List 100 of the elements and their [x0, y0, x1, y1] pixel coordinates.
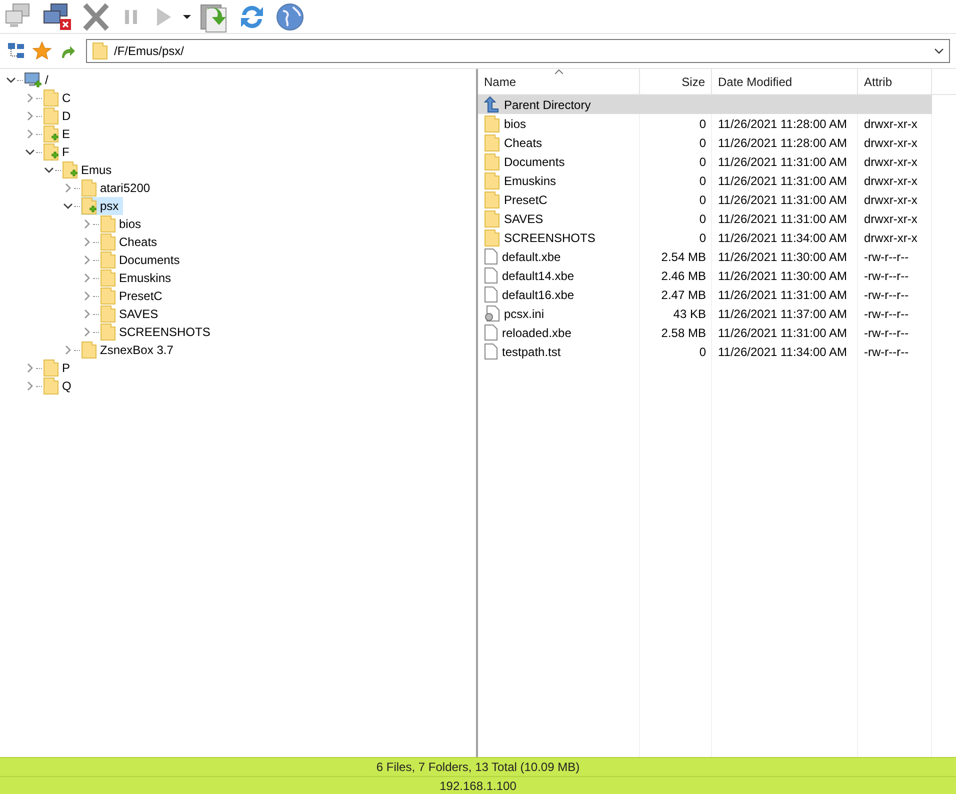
- file-row[interactable]: reloaded.xbe 2.58 MB 11/26/2021 11:31:00 AM -rw-r--r--: [478, 323, 932, 342]
- file-row[interactable]: pcsx.ini 43 KB 11/26/2021 11:37:00 AM -rw-r--r--: [478, 304, 932, 323]
- file-size: 2.54 MB: [661, 248, 706, 266]
- tree-item[interactable]: PresetC: [100, 287, 166, 305]
- file-name: default.xbe: [502, 248, 561, 266]
- file-row[interactable]: Emuskins 0 11/26/2021 11:31:00 AM drwxr-xr-x: [478, 171, 932, 190]
- date-modified: 11/26/2021 11:34:00 AM: [718, 230, 847, 244]
- file-name: reloaded.xbe: [502, 324, 572, 342]
- file-row[interactable]: Documents 0 11/26/2021 11:31:00 AM drwxr-xr-x: [478, 152, 932, 171]
- tree-item[interactable]: C: [43, 89, 75, 107]
- sort-caret-icon: [554, 69, 562, 74]
- tree-item[interactable]: E: [43, 125, 74, 143]
- file-attributes: drwxr-xr-x: [864, 136, 918, 150]
- date-modified: 11/26/2021 11:31:00 AM: [718, 174, 847, 188]
- file-attributes: drwxr-xr-x: [864, 116, 918, 130]
- tree-item[interactable]: Cheats: [100, 233, 162, 251]
- chevron-right-icon[interactable]: [82, 291, 92, 301]
- status-summary: 6 Files, 7 Folders, 13 Total (10.09 MB): [376, 759, 580, 776]
- file-row[interactable]: PresetC 0 11/26/2021 11:31:00 AM drwxr-xr-x: [478, 190, 932, 209]
- chevron-right-icon[interactable]: [82, 255, 92, 265]
- chevron-down-icon[interactable]: [6, 75, 16, 85]
- file-row[interactable]: default.xbe 2.54 MB 11/26/2021 11:30:00 AM -rw-r--r--: [478, 247, 932, 266]
- chevron-right-icon[interactable]: [63, 345, 73, 355]
- tree-item[interactable]: P: [43, 359, 74, 377]
- date-modified: 11/26/2021 11:28:00 AM: [718, 116, 847, 130]
- file-name: testpath.tst: [502, 344, 561, 360]
- date-modified: 11/26/2021 11:30:00 AM: [718, 268, 847, 282]
- file-name: PresetC: [504, 192, 548, 208]
- file-attributes: drwxr-xr-x: [864, 174, 918, 188]
- date-modified: 11/26/2021 11:31:00 AM: [718, 326, 847, 340]
- file-attributes: -rw-r--r--: [864, 326, 909, 340]
- chevron-right-icon[interactable]: [82, 309, 92, 319]
- file-attributes: -rw-r--r--: [864, 344, 909, 358]
- chevron-right-icon[interactable]: [82, 273, 92, 283]
- file-attributes: drwxr-xr-x: [864, 212, 918, 226]
- file-name: Emuskins: [504, 172, 556, 190]
- settings-file-icon: [484, 305, 500, 322]
- chevron-right-icon[interactable]: [82, 219, 92, 229]
- date-modified: 11/26/2021 11:30:00 AM: [718, 250, 847, 264]
- tree-view-icon[interactable]: [6, 41, 26, 61]
- chevron-down-icon[interactable]: [44, 165, 54, 175]
- folder-icon: [92, 42, 108, 60]
- chevron-right-icon[interactable]: [82, 237, 92, 247]
- file-attributes: -rw-r--r--: [864, 268, 909, 282]
- chevron-right-icon[interactable]: [25, 111, 35, 121]
- file-row[interactable]: SCREENSHOTS 0 11/26/2021 11:34:00 AM drwxr-xr-x: [478, 228, 932, 247]
- column-header[interactable]: Date Modified: [712, 69, 858, 94]
- file-row[interactable]: Parent Directory: [478, 95, 932, 114]
- tree-item[interactable]: SCREENSHOTS: [100, 323, 214, 341]
- date-modified: 11/26/2021 11:31:00 AM: [718, 212, 847, 226]
- close-icon[interactable]: [80, 0, 112, 32]
- file-name: Parent Directory: [504, 96, 591, 114]
- tree-item[interactable]: SAVES: [100, 305, 162, 323]
- address-field[interactable]: /F/Emus/psx/: [86, 39, 950, 63]
- file-row[interactable]: Cheats 0 11/26/2021 11:28:00 AM drwxr-xr-x: [478, 133, 932, 152]
- tree-item[interactable]: D: [43, 107, 75, 125]
- tree-item[interactable]: F: [43, 143, 74, 161]
- file-attributes: drwxr-xr-x: [864, 154, 918, 168]
- chevron-right-icon[interactable]: [25, 129, 35, 139]
- column-header[interactable]: Attrib: [858, 69, 932, 94]
- file-name: default14.xbe: [502, 268, 574, 284]
- file-row[interactable]: bios 0 11/26/2021 11:28:00 AM drwxr-xr-x: [478, 114, 932, 133]
- file-icon: [484, 267, 498, 284]
- tree-item[interactable]: Emus: [62, 161, 116, 179]
- file-icon: [484, 343, 498, 360]
- tree-item[interactable]: Q: [43, 377, 76, 395]
- date-modified: 11/26/2021 11:37:00 AM: [718, 306, 847, 320]
- tree-item[interactable]: Documents: [100, 251, 184, 269]
- chevron-right-icon[interactable]: [25, 381, 35, 391]
- file-size: 0: [699, 230, 706, 246]
- column-header[interactable]: Name: [478, 69, 640, 94]
- dropdown-caret-icon[interactable]: [934, 46, 944, 56]
- file-row[interactable]: SAVES 0 11/26/2021 11:31:00 AM drwxr-xr-x: [478, 209, 932, 228]
- star-icon[interactable]: [32, 41, 52, 61]
- tree-item[interactable]: Emuskins: [100, 269, 176, 287]
- tree-item[interactable]: bios: [100, 215, 146, 233]
- chevron-down-icon[interactable]: [25, 147, 35, 157]
- chevron-right-icon[interactable]: [25, 363, 35, 373]
- chevron-right-icon[interactable]: [25, 93, 35, 103]
- globe-icon[interactable]: [274, 0, 306, 32]
- file-size: 0: [699, 210, 706, 228]
- tree-item[interactable]: ZsnexBox 3.7: [81, 341, 178, 359]
- file-name: Documents: [504, 154, 565, 170]
- column-header[interactable]: Size: [640, 69, 712, 94]
- tree-item[interactable]: atari5200: [81, 179, 154, 197]
- tree-item[interactable]: psx: [81, 197, 123, 215]
- date-modified: 11/26/2021 11:31:00 AM: [718, 288, 847, 302]
- chevron-right-icon[interactable]: [82, 327, 92, 337]
- chevron-right-icon[interactable]: [63, 183, 73, 193]
- disconnect-icon[interactable]: [42, 0, 74, 32]
- file-row[interactable]: testpath.tst 0 11/26/2021 11:34:00 AM -rw-r--r--: [478, 342, 932, 361]
- chevron-down-icon[interactable]: [63, 201, 73, 211]
- file-name: SCREENSHOTS: [504, 230, 596, 246]
- file-row[interactable]: default14.xbe 2.46 MB 11/26/2021 11:30:00 AM -rw-r--r--: [478, 266, 932, 285]
- file-attributes: -rw-r--r--: [864, 250, 909, 264]
- host-address: 192.168.1.100: [0, 776, 956, 794]
- tree-item[interactable]: /: [24, 71, 52, 89]
- file-row[interactable]: default16.xbe 2.47 MB 11/26/2021 11:31:00 AM -rw-r--r--: [478, 285, 932, 304]
- file-name: bios: [504, 116, 526, 132]
- file-size: 43 KB: [673, 306, 706, 322]
